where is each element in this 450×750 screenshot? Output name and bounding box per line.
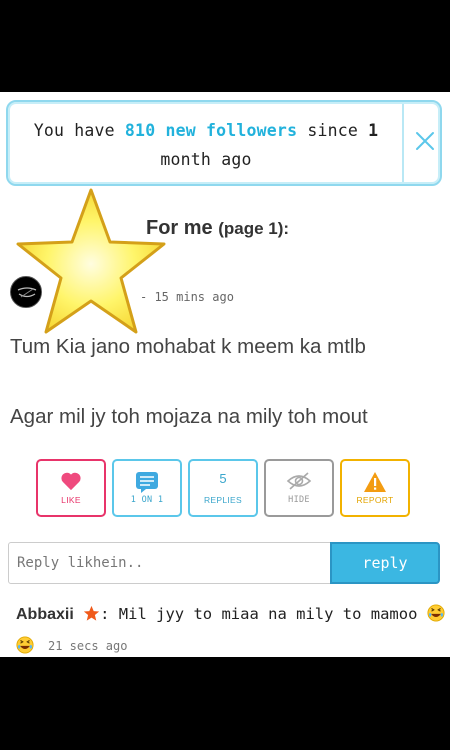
notification-prefix: You have <box>33 121 125 140</box>
like-button[interactable]: LIKE <box>36 459 106 517</box>
eye-off-icon <box>286 472 312 490</box>
reply-input[interactable] <box>8 542 332 584</box>
notification-middle: since <box>297 121 369 140</box>
comment-text: : Mil jyy to miaa na mily to mamoo <box>100 605 418 623</box>
comment-meta: 21 secs ago <box>16 636 127 654</box>
replies-label: REPLIES <box>203 495 242 505</box>
post-line: Tum Kia jano mohabat k meem ka mtlb <box>10 335 366 358</box>
post-line: Agar mil jy toh mojaza na mily toh mout <box>10 405 368 428</box>
replies-button[interactable]: 5 REPLIES <box>188 459 258 517</box>
hide-label: HIDE <box>288 495 310 505</box>
notification-suffix: month ago <box>160 150 252 169</box>
report-button[interactable]: REPORT <box>340 459 410 517</box>
post-time: - 15 mins ago <box>140 290 234 304</box>
like-label: LIKE <box>61 495 81 505</box>
warning-icon <box>364 472 386 492</box>
app-screen: You have 810 new followers since 1 month… <box>0 92 450 657</box>
notification-text: You have 810 new followers since 1 month… <box>20 116 392 174</box>
reply-form: reply <box>8 542 440 584</box>
comment-item: Abbaxii : Mil jyy to miaa na mily to mam… <box>16 604 446 624</box>
star-icon <box>83 605 100 621</box>
close-icon[interactable] <box>412 128 438 154</box>
hide-button[interactable]: HIDE <box>264 459 334 517</box>
comment-author[interactable]: Abbaxii <box>16 606 74 623</box>
comment-time: 21 secs ago <box>48 639 128 653</box>
star-icon <box>16 188 166 334</box>
notification-number: 1 <box>368 121 379 140</box>
laughing-emoji-icon <box>427 604 445 622</box>
replies-count: 5 <box>219 471 227 486</box>
one-on-one-button[interactable]: 1 ON 1 <box>112 459 182 517</box>
followers-notification: You have 810 new followers since 1 month… <box>6 100 442 186</box>
laughing-emoji-icon <box>16 636 34 654</box>
heart-icon <box>61 472 81 491</box>
followers-count-link[interactable]: 810 new followers <box>125 121 297 140</box>
feed-page-label: (page 1): <box>218 219 290 238</box>
notification-divider <box>402 104 404 182</box>
one-on-one-label: 1 ON 1 <box>130 495 164 505</box>
chat-icon <box>136 472 158 493</box>
post-body: Tum Kia jano mohabat k meem ka mtlb Agar… <box>10 330 440 434</box>
reply-button[interactable]: reply <box>330 542 440 584</box>
report-label: REPORT <box>356 495 394 505</box>
feed-title: For me (page 1): <box>146 217 289 240</box>
